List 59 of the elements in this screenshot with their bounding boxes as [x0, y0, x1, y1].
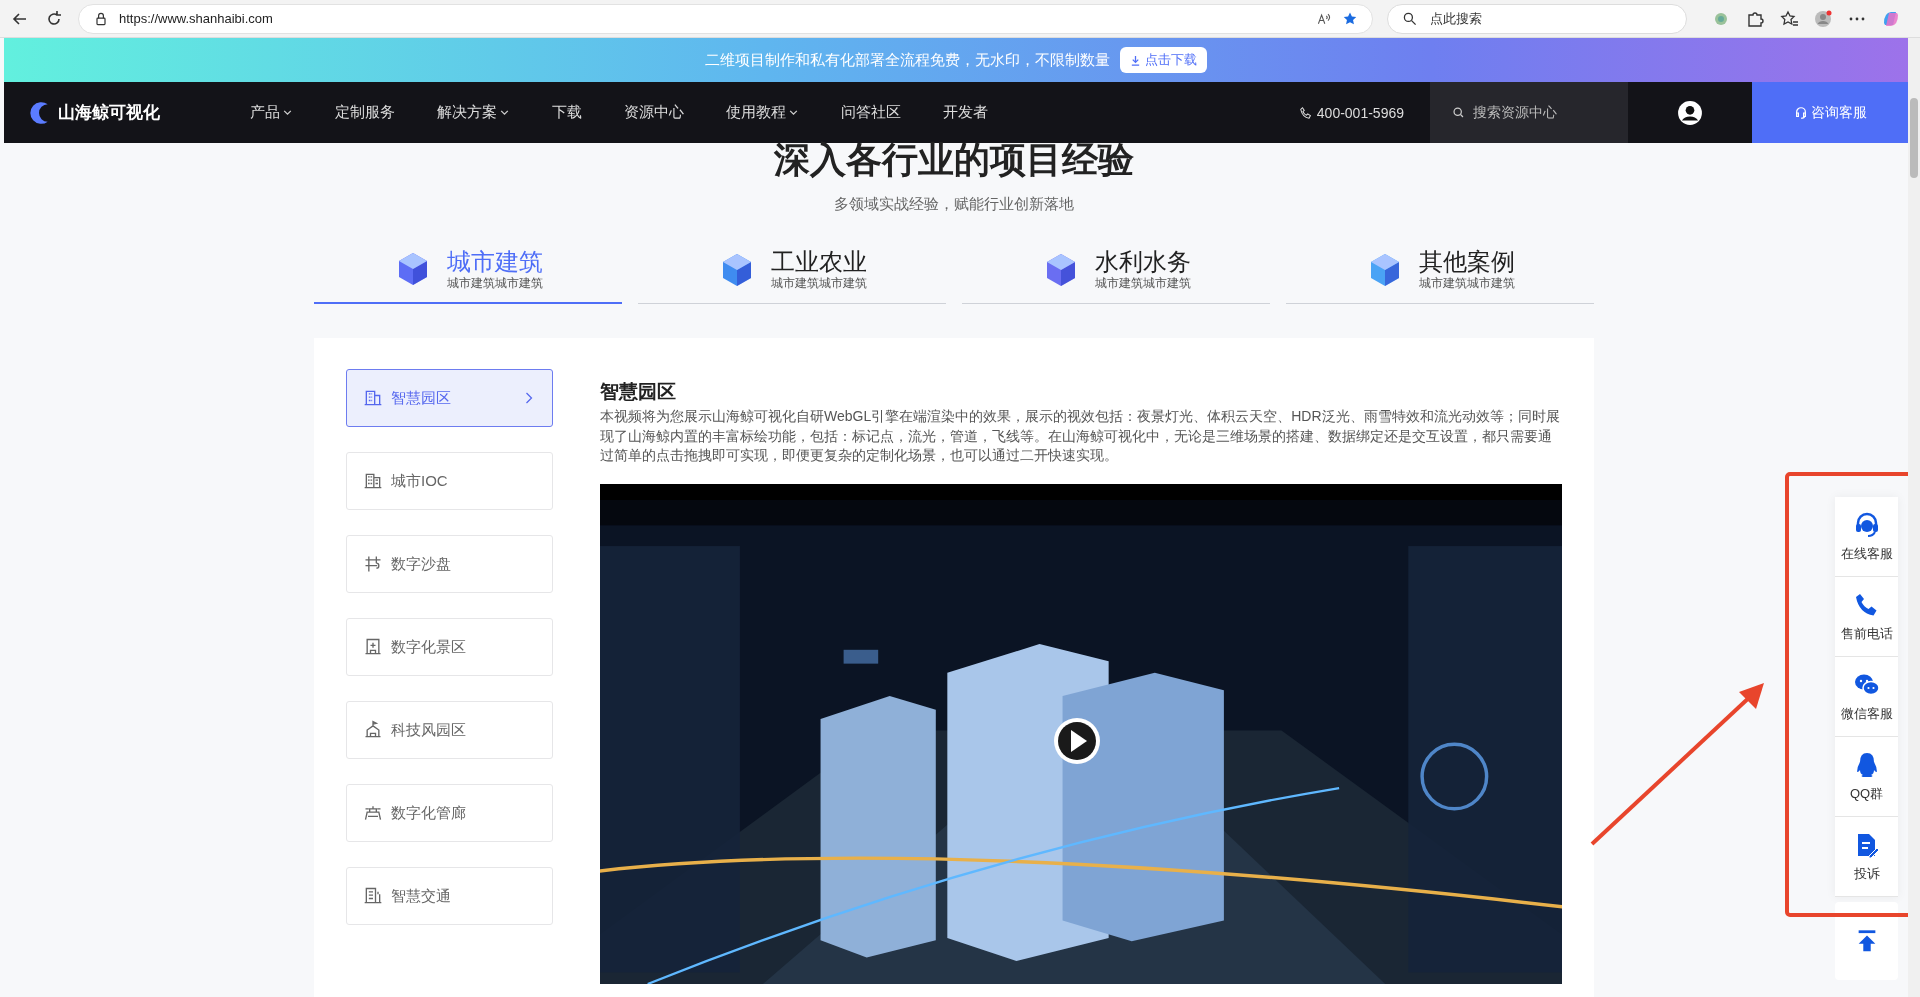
contact-tool-button[interactable]: QQ群 [1835, 737, 1898, 817]
contact-tool-button[interactable]: 售前电话 [1835, 577, 1898, 657]
user-avatar-icon[interactable] [1677, 99, 1703, 126]
tab-subtitle: 城市建筑城市建筑 [447, 275, 543, 291]
category-tab[interactable]: 工业农业 城市建筑城市建筑 [638, 236, 946, 304]
contact-tool-button[interactable]: 投诉 [1835, 817, 1898, 897]
headset-icon [1793, 105, 1808, 120]
nav-link[interactable]: 资源中心 [624, 103, 684, 122]
play-button-icon[interactable] [1052, 715, 1102, 766]
contact-tool-button[interactable]: 微信客服 [1835, 657, 1898, 737]
lock-icon [93, 10, 109, 27]
browser-search-field[interactable]: 点此搜索 [1387, 3, 1687, 34]
case-menu-item[interactable]: 智慧交通 [346, 867, 553, 925]
download-button[interactable]: 点击下载 [1120, 47, 1207, 73]
case-menu-item[interactable]: 数字化景区 [346, 618, 553, 676]
scrollbar-thumb[interactable] [1910, 98, 1918, 178]
case-menu-item[interactable]: 数字化管廊 [346, 784, 553, 842]
tab-title: 其他案例 [1419, 248, 1515, 276]
resource-search-field[interactable]: 搜索资源中心 [1430, 82, 1628, 143]
tab-subtitle: 城市建筑城市建筑 [1419, 276, 1515, 291]
nav-link[interactable]: 下载 [552, 103, 582, 122]
tab-subtitle: 城市建筑城市建筑 [1095, 276, 1191, 291]
read-aloud-icon[interactable] [1316, 10, 1332, 27]
phone-icon [1298, 105, 1313, 120]
case-menu-item[interactable]: 智慧园区 [346, 369, 553, 427]
contact-tool-button[interactable]: 在线客服 [1835, 497, 1898, 577]
case-menu-item[interactable]: 科技风园区 [346, 701, 553, 759]
category-tab[interactable]: 其他案例 城市建筑城市建筑 [1286, 236, 1594, 304]
chevron-right-icon [524, 391, 534, 405]
nav-link[interactable]: 使用教程 [726, 103, 799, 122]
case-title: 智慧园区 [600, 380, 677, 404]
back-to-top-button[interactable] [1835, 902, 1898, 980]
consult-button[interactable]: 咨询客服 [1752, 82, 1908, 143]
category-tab[interactable]: 水利水务 城市建筑城市建筑 [962, 236, 1270, 304]
url-text: https://www.shanhaibi.com [119, 11, 273, 26]
profile-icon[interactable] [1813, 8, 1833, 29]
download-icon [1130, 54, 1141, 66]
tab-title: 水利水务 [1095, 248, 1191, 276]
nav-link[interactable]: 产品 [250, 103, 293, 122]
case-menu-item[interactable]: 数字沙盘 [346, 535, 553, 593]
search-icon [1452, 106, 1465, 119]
search-icon [1402, 10, 1418, 27]
nav-link[interactable]: 问答社区 [841, 103, 901, 122]
tab-title: 工业农业 [771, 248, 867, 276]
section-subtitle: 多领域实战经验，赋能行业创新落地 [834, 195, 1074, 214]
address-bar[interactable]: https://www.shanhaibi.com [78, 3, 1373, 34]
case-menu-item[interactable]: 城市IOC [346, 452, 553, 510]
case-description: 本视频将为您展示山海鲸可视化自研WebGL引擎在端渲染中的效果，展示的视效包括：夜景灯光、体积云天空、HDR泛光、雨雪特效和流光动效等；同时展现了山海鲸内置的丰富标绘功能，包括：标记点，流光，管道，飞线等。在山海鲸可视化中，无论是三维场景的搭建、数据绑定还是交互设置，都只需要通过简单的点击拖拽即可实现，即便更复杂的定制化场景，也可以通过二开快速实现。 [600, 407, 1561, 465]
nav-link[interactable]: 开发者 [943, 103, 988, 122]
nav-link[interactable]: 解决方案 [437, 103, 510, 122]
category-tab[interactable]: 城市建筑 城市建筑城市建筑 [314, 236, 622, 304]
search-placeholder: 点此搜索 [1430, 9, 1482, 28]
phone-number: 400-001-5969 [1316, 104, 1404, 121]
nav-link[interactable]: 定制服务 [335, 103, 395, 122]
section-title: 深入各行业的项目经验 [774, 139, 1134, 181]
logo-text[interactable]: 山海鲸可视化 [58, 101, 160, 124]
tab-subtitle: 城市建筑城市建筑 [771, 276, 867, 291]
promo-text: 二维项目制作和私有化部署全流程免费，无水印，不限制数量 [705, 50, 1110, 70]
tab-title: 城市建筑 [447, 247, 543, 276]
